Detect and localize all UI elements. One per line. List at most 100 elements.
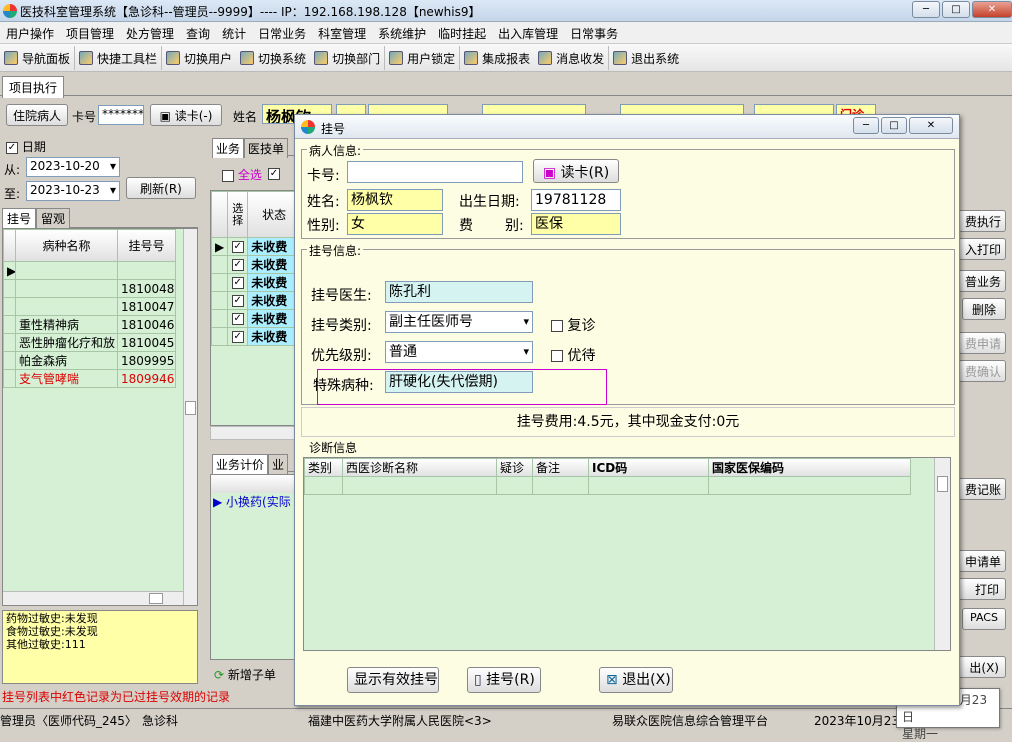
table-row[interactable]: ▶ ✓ 未收费	[211, 237, 295, 256]
reg-type-select[interactable]: 副主任医师号 ▾	[385, 311, 533, 333]
tab-pricing[interactable]: 业务计价	[212, 454, 269, 474]
checkbox-icon[interactable]: ✓	[231, 295, 244, 307]
print-button[interactable]: 入打印	[958, 238, 1006, 260]
checkbox-icon[interactable]: ✓	[231, 331, 244, 343]
table-row[interactable]: 帕金森病 1809995	[3, 351, 176, 370]
diag-scrollbar[interactable]	[934, 458, 950, 650]
reports-button[interactable]: 集成报表	[459, 46, 534, 70]
minimize-icon[interactable]: ─	[912, 1, 940, 18]
tab-tech-order[interactable]: 医技单	[244, 138, 289, 158]
dlg-dob-input[interactable]: 19781128	[531, 189, 621, 211]
pacs-button[interactable]: PACS	[962, 608, 1006, 630]
menu-system[interactable]: 系统维护	[372, 22, 432, 45]
select-all-check[interactable]: 全选	[222, 166, 262, 183]
checkbox-icon[interactable]: ✓	[231, 313, 244, 325]
table-row[interactable]: 1810047	[3, 297, 176, 316]
table-row[interactable]: 重性精神病 1810046	[3, 315, 176, 334]
table-row[interactable]: ▶ 小换药(实际	[211, 493, 295, 510]
lock-user-button[interactable]: 用户锁定	[384, 46, 459, 70]
menu-prescription[interactable]: 处方管理	[120, 22, 180, 45]
switch-system-button[interactable]: 切换系统	[236, 46, 310, 70]
table-row[interactable]: ✓ 未收费	[211, 273, 295, 292]
checkbox-icon: ✓	[268, 167, 280, 180]
menu-stats[interactable]: 统计	[216, 22, 252, 45]
date-filter-check[interactable]: ✓ 日期	[6, 138, 46, 155]
table-row-expired[interactable]: 支气管哮喘 1809946	[3, 369, 176, 388]
close-icon[interactable]: ✕	[972, 1, 1012, 18]
menu-dept[interactable]: 科室管理	[312, 22, 372, 45]
status-bar: 管理员〈医师代码_245〉 急诊科 福建中医药大学附属人民医院<3> 易联众医院…	[0, 708, 1012, 731]
add-child-button[interactable]: ⟳ 新增子单	[214, 666, 276, 683]
tab-registration[interactable]: 挂号	[2, 208, 37, 228]
menu-suspend[interactable]: 临时挂起	[432, 22, 492, 45]
fee-apply-button[interactable]: 费申请	[958, 332, 1006, 354]
general-business-button[interactable]: 普业务	[958, 270, 1006, 292]
to-date-input[interactable]: 2023-10-23 ▾	[26, 181, 120, 201]
read-card-main-button[interactable]: ▣ 读卡(-)	[150, 104, 222, 126]
revisit-check[interactable]: 复诊	[551, 315, 595, 335]
tab-business-2[interactable]: 业	[268, 454, 289, 474]
dlg-card-input[interactable]	[347, 161, 523, 183]
exit-system-button[interactable]: 退出系统	[608, 46, 683, 70]
checkbox-icon[interactable]: ✓	[231, 277, 244, 289]
registration-list: 病种名称 挂号号 ▶ 1810048 1810047 重性精神病 1810046 恶…	[2, 228, 198, 606]
from-date-input[interactable]: 2023-10-20 ▾	[26, 157, 120, 177]
nav-panel-button[interactable]: 导航面板	[0, 46, 74, 70]
list-scrollbar[interactable]	[183, 229, 197, 605]
table-row[interactable]: 恶性肿瘤化疗和放 1810045	[3, 333, 176, 352]
dialog-minimize-icon[interactable]: ─	[853, 117, 879, 134]
menu-stock[interactable]: 出入库管理	[492, 22, 564, 45]
special-disease-input[interactable]: 肝硬化(失代偿期)	[385, 371, 533, 393]
maximize-icon[interactable]: □	[942, 1, 970, 18]
dlg-fee-input[interactable]: 医保	[531, 213, 621, 235]
dialog-maximize-icon[interactable]: □	[881, 117, 907, 134]
apply-form-button[interactable]: 申请单	[958, 550, 1006, 572]
tab-observation[interactable]: 留观	[36, 208, 71, 228]
menu-daily[interactable]: 日常业务	[252, 22, 312, 45]
refresh-button[interactable]: 刷新(R)	[126, 177, 196, 199]
fee-account-button[interactable]: 费记账	[958, 478, 1006, 500]
table-row[interactable]: ▶	[3, 261, 176, 280]
table-row[interactable]: ✓ 未收费	[211, 291, 295, 310]
messages-button[interactable]: 消息收发	[534, 46, 608, 70]
table-row[interactable]: 1810048	[3, 279, 176, 298]
patient-type-button[interactable]: 住院病人	[6, 104, 69, 126]
dlg-dob-label: 出生日期:	[459, 194, 520, 210]
card-field[interactable]: *******	[98, 105, 144, 125]
show-valid-reg-button[interactable]: 显示有效挂号	[347, 667, 439, 693]
exit-main-button[interactable]: 出(X)	[958, 656, 1006, 678]
fee-exec-button[interactable]: 费执行	[958, 210, 1006, 232]
menu-query[interactable]: 查询	[180, 22, 216, 45]
table-row[interactable]: ✓ 未收费	[211, 309, 295, 328]
delete-button[interactable]: 删除	[962, 298, 1006, 320]
table-row[interactable]: ✓ 未收费	[211, 327, 295, 346]
menu-user[interactable]: 用户操作	[0, 22, 60, 45]
table-row[interactable]	[304, 476, 911, 495]
switch-user-button[interactable]: 切换用户	[161, 46, 236, 70]
print2-button[interactable]: 打印	[958, 578, 1006, 600]
checkbox-icon	[222, 169, 234, 182]
doctor-input[interactable]: 陈孔利	[385, 281, 533, 303]
priority-wait-check[interactable]: 优待	[551, 345, 595, 365]
tab-project-exec[interactable]: 项目执行	[2, 76, 65, 98]
menu-project[interactable]: 项目管理	[60, 22, 120, 45]
fee-confirm-button[interactable]: 费确认	[958, 360, 1006, 382]
priority-label: 优先级别:	[311, 348, 372, 364]
col-insurance-code: 国家医保编码	[708, 458, 911, 477]
dialog-exit-button[interactable]: ⊠ 退出(X)	[599, 667, 673, 693]
menu-affairs[interactable]: 日常事务	[564, 22, 624, 45]
dlg-name-input[interactable]: 杨枫钦	[347, 189, 443, 211]
checkbox-icon[interactable]: ✓	[231, 241, 244, 253]
dlg-read-card-button[interactable]: ▣ 读卡(R)	[533, 159, 619, 183]
quick-toolbar-button[interactable]: 快捷工具栏	[74, 46, 161, 70]
register-button[interactable]: ▯ 挂号(R)	[467, 667, 541, 693]
list-hscrollbar[interactable]	[3, 591, 183, 605]
checkbox-icon[interactable]: ✓	[231, 259, 244, 271]
tab-business[interactable]: 业务	[212, 138, 245, 158]
dialog-close-icon[interactable]: ✕	[909, 117, 953, 134]
switch-dept-button[interactable]: 切换部门	[310, 46, 384, 70]
grid-hscrollbar[interactable]	[210, 426, 296, 440]
dlg-sex-input[interactable]: 女	[347, 213, 443, 235]
table-row[interactable]: ✓ 未收费	[211, 255, 295, 274]
priority-select[interactable]: 普通 ▾	[385, 341, 533, 363]
